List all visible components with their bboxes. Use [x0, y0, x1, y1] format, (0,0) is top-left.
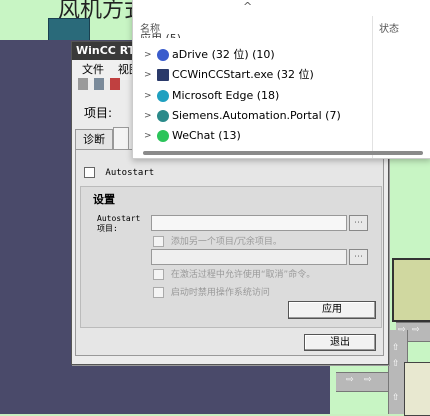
settings-group: 设置 Autostart 项目: ⋯ 添加另一个项目/冗余项目。 ⋯ 在激活过程… [80, 186, 382, 328]
autostart-checkbox[interactable] [84, 167, 95, 178]
expand-chevron-icon[interactable]: > [144, 45, 152, 65]
disable-os-access-checkbox[interactable] [153, 287, 164, 298]
hmi-side-panel [404, 362, 430, 416]
expand-chevron-icon[interactable]: > [144, 86, 152, 106]
flow-arrow-icon: ⇧ [392, 343, 400, 353]
process-list-popup: ^ 名称 状态 应用 (5) > aDrive (32 位) (10) > CC… [132, 0, 430, 159]
collapse-caret-icon[interactable]: ^ [243, 0, 252, 13]
allow-cancel-label: 在激活过程中允许使用“取消”命令。 [170, 270, 316, 280]
autostart-label-line2: 项目: [97, 224, 118, 233]
wechat-icon [157, 130, 169, 142]
list-item-label: aDrive (32 位) (10) [172, 48, 275, 61]
wincc-start-icon [157, 69, 169, 81]
autostart-label: Autostart [105, 168, 155, 178]
list-item[interactable]: > Microsoft Edge (18) [133, 86, 371, 106]
flow-arrow-icon: ⇧ [392, 359, 400, 369]
apply-button[interactable]: 应用 [288, 301, 376, 319]
list-item-label: CCWinCCStart.exe (32 位) [172, 68, 314, 81]
browse-redundant-button[interactable]: ⋯ [349, 249, 368, 265]
menu-file[interactable]: 文件 [82, 60, 104, 80]
edge-icon [157, 90, 169, 102]
flow-arrow-icon: ⇧ [392, 393, 400, 403]
list-item-label: WeChat (13) [172, 129, 241, 142]
horizontal-scrollbar[interactable] [143, 151, 423, 155]
group-header-apps[interactable]: 应用 (5) [140, 30, 181, 38]
browse-project-button[interactable]: ⋯ [349, 215, 368, 231]
settings-title: 设置 [93, 193, 115, 206]
toolbar-stop-icon[interactable] [109, 78, 120, 90]
list-item[interactable]: > Siemens.Automation.Portal (7) [133, 106, 371, 126]
add-project-option[interactable]: 添加另一个项目/冗余项目。 [153, 234, 282, 247]
list-item-label: Microsoft Edge (18) [172, 89, 280, 102]
toolbar [78, 78, 122, 94]
siemens-portal-icon [157, 110, 169, 122]
adrive-icon [157, 49, 169, 61]
expand-chevron-icon[interactable]: > [144, 106, 152, 126]
pipe-segment [336, 372, 388, 392]
project-label: 项目: [84, 106, 113, 120]
expand-chevron-icon[interactable]: > [144, 65, 152, 85]
column-divider[interactable] [372, 16, 373, 158]
list-item[interactable]: > CCWinCCStart.exe (32 位) [133, 65, 371, 85]
autostart-project-label: Autostart 项目: [97, 214, 140, 234]
add-project-checkbox[interactable] [153, 236, 164, 247]
autostart-label-line1: Autostart [97, 214, 141, 223]
allow-cancel-option[interactable]: 在激活过程中允许使用“取消”命令。 [153, 267, 315, 280]
hmi-side-panel [392, 258, 430, 322]
expand-chevron-icon[interactable]: > [144, 126, 152, 146]
add-project-label: 添加另一个项目/冗余项目。 [170, 237, 282, 247]
autostart-option[interactable]: Autostart [84, 167, 154, 178]
redundant-project-field[interactable] [151, 249, 347, 265]
flow-arrow-icon: ⇨ [364, 375, 372, 385]
tab-diagnostics[interactable]: 诊断 [75, 129, 113, 150]
flow-arrow-icon: ⇨ [412, 325, 420, 335]
list-item[interactable]: > aDrive (32 位) (10) [133, 45, 371, 65]
column-header-status[interactable]: 状态 [379, 20, 399, 35]
flow-arrow-icon: ⇨ [398, 325, 406, 335]
disable-os-access-option[interactable]: 启动时禁用操作系统访问 [153, 285, 270, 298]
list-item[interactable]: > WeChat (13) [133, 126, 371, 146]
autostart-project-field[interactable] [151, 215, 347, 231]
tab-autostart[interactable] [113, 127, 129, 150]
list-item-label: Siemens.Automation.Portal (7) [172, 109, 341, 122]
flow-arrow-icon: ⇨ [346, 375, 354, 385]
disable-os-access-label: 启动时禁用操作系统访问 [170, 288, 270, 298]
allow-cancel-checkbox[interactable] [153, 269, 164, 280]
toolbar-disk-icon[interactable] [93, 78, 104, 90]
toolbar-grid-icon[interactable] [78, 78, 88, 90]
exit-button[interactable]: 退出 [304, 334, 376, 351]
